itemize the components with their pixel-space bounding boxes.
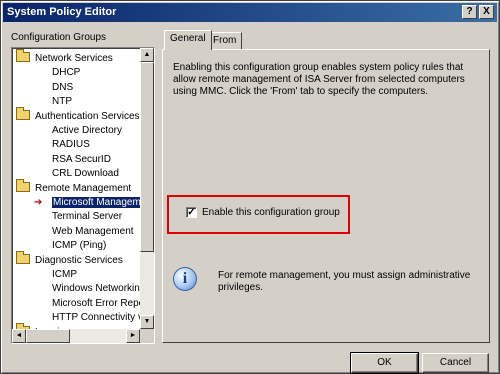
info-message: For remote management, you must assign a… [218,270,471,293]
tree-item-label: ICMP [52,269,77,280]
folder-icon [16,49,30,62]
tree-item[interactable]: Web Management [52,225,134,239]
tree-item[interactable]: Microsoft Manageme [52,196,148,210]
tree-item[interactable]: Windows Networking [52,282,145,296]
tree-folder[interactable]: Remote Management [16,178,132,196]
tree-item[interactable]: RSA SecurID [52,153,111,167]
tree-item-label: NTP [52,96,72,108]
tree-item-label: Authentication Services [35,110,140,122]
scroll-right-button[interactable]: ► [126,329,140,343]
tree-item-label: Terminal Server [52,211,123,223]
horizontal-scroll-thumb[interactable] [26,329,70,343]
folder-icon [16,106,30,120]
tree-item[interactable]: Active Directory [52,124,122,138]
tree-item-label: RSA SecurID [52,153,111,165]
tree-item[interactable]: DNS [52,81,73,95]
tree-item-label: ICMP (Ping) [52,240,107,252]
tree-item-label: Web Management [52,225,134,237]
tree-item[interactable]: ICMP (Ping) [52,239,106,253]
tree-item-label: RADIUS [52,139,90,151]
folder-icon [16,178,30,192]
tree-item[interactable]: DHCP [52,66,80,80]
tree-item-label: Diagnostic Services [35,254,123,266]
folder-icon [16,250,30,264]
tree-item-label: Windows Networking [52,283,146,295]
close-button[interactable]: X [479,5,494,19]
tree-item-label: HTTP Connectivity ve [52,312,149,324]
tree-item[interactable]: RADIUS [52,138,90,152]
tree-item-label: Network Services [35,53,113,64]
configuration-groups-label: Configuration Groups [11,32,107,43]
tree-horizontal-scrollbar[interactable]: ◄ ► [12,329,140,343]
arrow-pointer-icon: ➔ [34,197,43,208]
tree-item[interactable]: Terminal Server [52,210,122,224]
scroll-left-button[interactable]: ◄ [12,329,26,343]
help-button[interactable]: ? [462,5,477,19]
tab-from[interactable]: From [207,32,243,49]
tree-item-label: Microsoft Manageme [52,197,148,208]
tree-folder[interactable]: Authentication Services [16,106,140,124]
tab-general[interactable]: General [164,30,212,50]
tree-folder[interactable]: Network Services [16,49,113,66]
tree-item[interactable]: NTP [52,95,72,109]
scroll-down-button[interactable]: ▼ [140,315,154,329]
window-title: System Policy Editor [7,6,117,18]
info-icon: i [173,267,197,291]
system-policy-editor-window: System Policy Editor ? X Configuration G… [0,0,500,374]
tree-item-label: DHCP [52,67,81,79]
ok-button[interactable]: OK [350,352,419,374]
tree-item-label: CRL Download [52,168,119,180]
tree-item[interactable]: ICMP [52,268,77,282]
general-description: Enabling this configuration group enable… [173,62,465,97]
tree-item-label: Remote Management [35,182,132,194]
tree-item[interactable]: HTTP Connectivity ve [52,311,149,325]
enable-group-label[interactable]: Enable this configuration group [202,207,340,219]
configuration-groups-tree[interactable]: LoggingHTTP Connectivity veMicrosoft Err… [11,47,155,344]
tree-item-label: Active Directory [52,125,123,136]
scroll-up-button[interactable]: ▲ [140,48,154,62]
title-bar: System Policy Editor ? X [3,3,497,22]
scrollbar-corner [140,329,154,343]
vertical-scroll-thumb[interactable] [140,62,154,252]
tree-item[interactable]: CRL Download [52,167,119,181]
tree-item[interactable]: Microsoft Error Repo [52,297,144,311]
enable-group-checkbox[interactable]: ✓ [186,207,197,218]
cancel-button[interactable]: Cancel [422,353,489,373]
tree-item-label: DNS [52,81,74,93]
tree-folder[interactable]: Diagnostic Services [16,250,123,268]
tree-item-label: Microsoft Error Repo [52,297,145,309]
tree-vertical-scrollbar[interactable]: ▲ ▼ [140,48,154,329]
